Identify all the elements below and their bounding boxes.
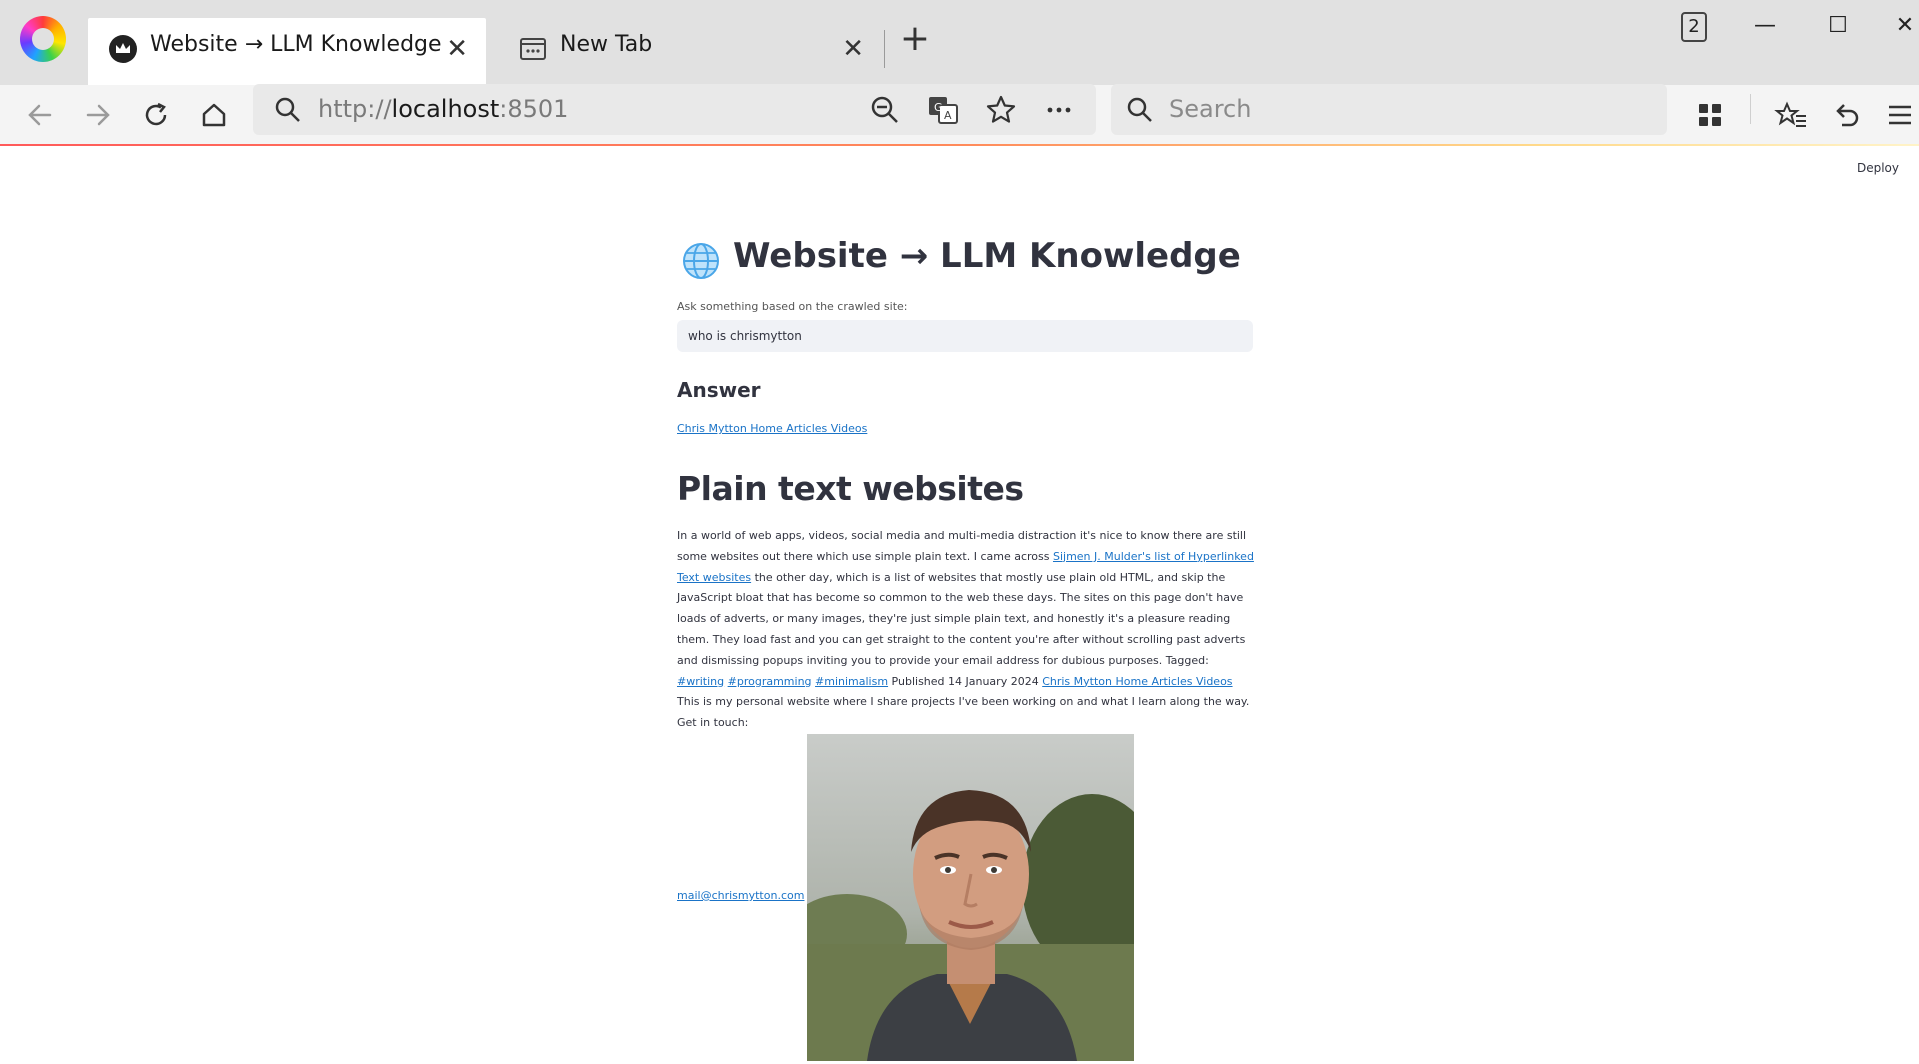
- more-icon[interactable]: [1043, 94, 1075, 126]
- answer-heading: Answer: [677, 378, 761, 402]
- site-nav-link[interactable]: Chris Mytton Home Articles Videos: [1042, 675, 1232, 688]
- zoom-out-icon[interactable]: [869, 94, 901, 126]
- svg-text:G: G: [934, 101, 943, 114]
- tab-separator: [884, 30, 885, 68]
- contact-row: mail@chrismytton.com: [677, 733, 1253, 1064]
- body-text-segment: Published 14 January 2024: [888, 674, 1043, 688]
- site-nav-link[interactable]: Chris Mytton Home Articles Videos: [677, 422, 867, 435]
- translate-icon[interactable]: G A: [927, 94, 959, 126]
- tag-programming-link[interactable]: #programming: [728, 675, 812, 688]
- web-search-bar[interactable]: Search: [1111, 84, 1667, 135]
- email-link[interactable]: mail@chrismytton.com: [677, 889, 804, 902]
- new-tab-plus-icon[interactable]: +: [898, 21, 932, 57]
- back-icon[interactable]: [20, 95, 60, 135]
- undo-icon[interactable]: [1826, 95, 1866, 135]
- address-bar[interactable]: http://localhost:8501 G A: [253, 84, 1096, 135]
- minimize-icon[interactable]: —: [1745, 10, 1785, 42]
- tab-bar: Website → LLM Knowledge ✕ New Tab ✕ + 2 …: [0, 0, 1919, 85]
- deploy-button[interactable]: Deploy: [1857, 161, 1899, 175]
- maximize-icon[interactable]: ☐: [1818, 10, 1858, 42]
- main-content: Website → LLM Knowledge Ask something ba…: [677, 232, 1254, 1064]
- bookmark-star-icon[interactable]: [985, 94, 1017, 126]
- close-icon[interactable]: ✕: [446, 34, 468, 64]
- body-text-segment: This is my personal website where I shar…: [677, 695, 1250, 730]
- portrait-photo: [807, 733, 1134, 1061]
- browser-logo-icon[interactable]: [20, 16, 66, 62]
- tab-count-badge[interactable]: 2: [1681, 12, 1707, 42]
- search-icon: [1127, 97, 1152, 122]
- question-label: Ask something based on the crawled site:: [677, 300, 908, 313]
- tab-title: Website → LLM Knowledge: [150, 32, 442, 57]
- page-top-accent-line: [0, 144, 1919, 146]
- reload-icon[interactable]: [136, 95, 176, 135]
- search-placeholder: Search: [1169, 95, 1252, 123]
- url-text[interactable]: http://localhost:8501: [318, 95, 568, 123]
- svg-text:A: A: [944, 109, 952, 122]
- tag-writing-link[interactable]: #writing: [677, 675, 724, 688]
- tab-title: New Tab: [560, 32, 653, 57]
- answer-top-links: Chris Mytton Home Articles Videos: [677, 422, 1253, 435]
- newtab-icon: [520, 38, 546, 60]
- tab-website-llm[interactable]: Website → LLM Knowledge ✕: [88, 18, 486, 85]
- favorites-icon[interactable]: [1772, 95, 1812, 135]
- section-heading: Plain text websites: [677, 469, 1024, 508]
- globe-icon: [683, 243, 719, 279]
- body-text-segment: the other day, which is a list of websit…: [677, 570, 1246, 667]
- forward-icon[interactable]: [78, 95, 118, 135]
- window-close-icon[interactable]: ✕: [1885, 10, 1919, 42]
- toolbar-separator: [1750, 94, 1751, 124]
- close-icon[interactable]: ✕: [842, 34, 864, 64]
- page-title: Website → LLM Knowledge: [733, 236, 1241, 276]
- title-row: Website → LLM Knowledge: [677, 232, 1253, 292]
- question-input[interactable]: [677, 320, 1253, 352]
- tag-minimalism-link[interactable]: #minimalism: [815, 675, 888, 688]
- crown-icon: [109, 35, 137, 63]
- apps-grid-icon[interactable]: [1690, 95, 1730, 135]
- home-icon[interactable]: [194, 95, 234, 135]
- tab-new-tab[interactable]: New Tab ✕: [498, 18, 882, 85]
- answer-body-text: In a world of web apps, videos, social m…: [677, 526, 1257, 734]
- search-icon: [275, 97, 300, 122]
- menu-icon[interactable]: [1880, 95, 1919, 135]
